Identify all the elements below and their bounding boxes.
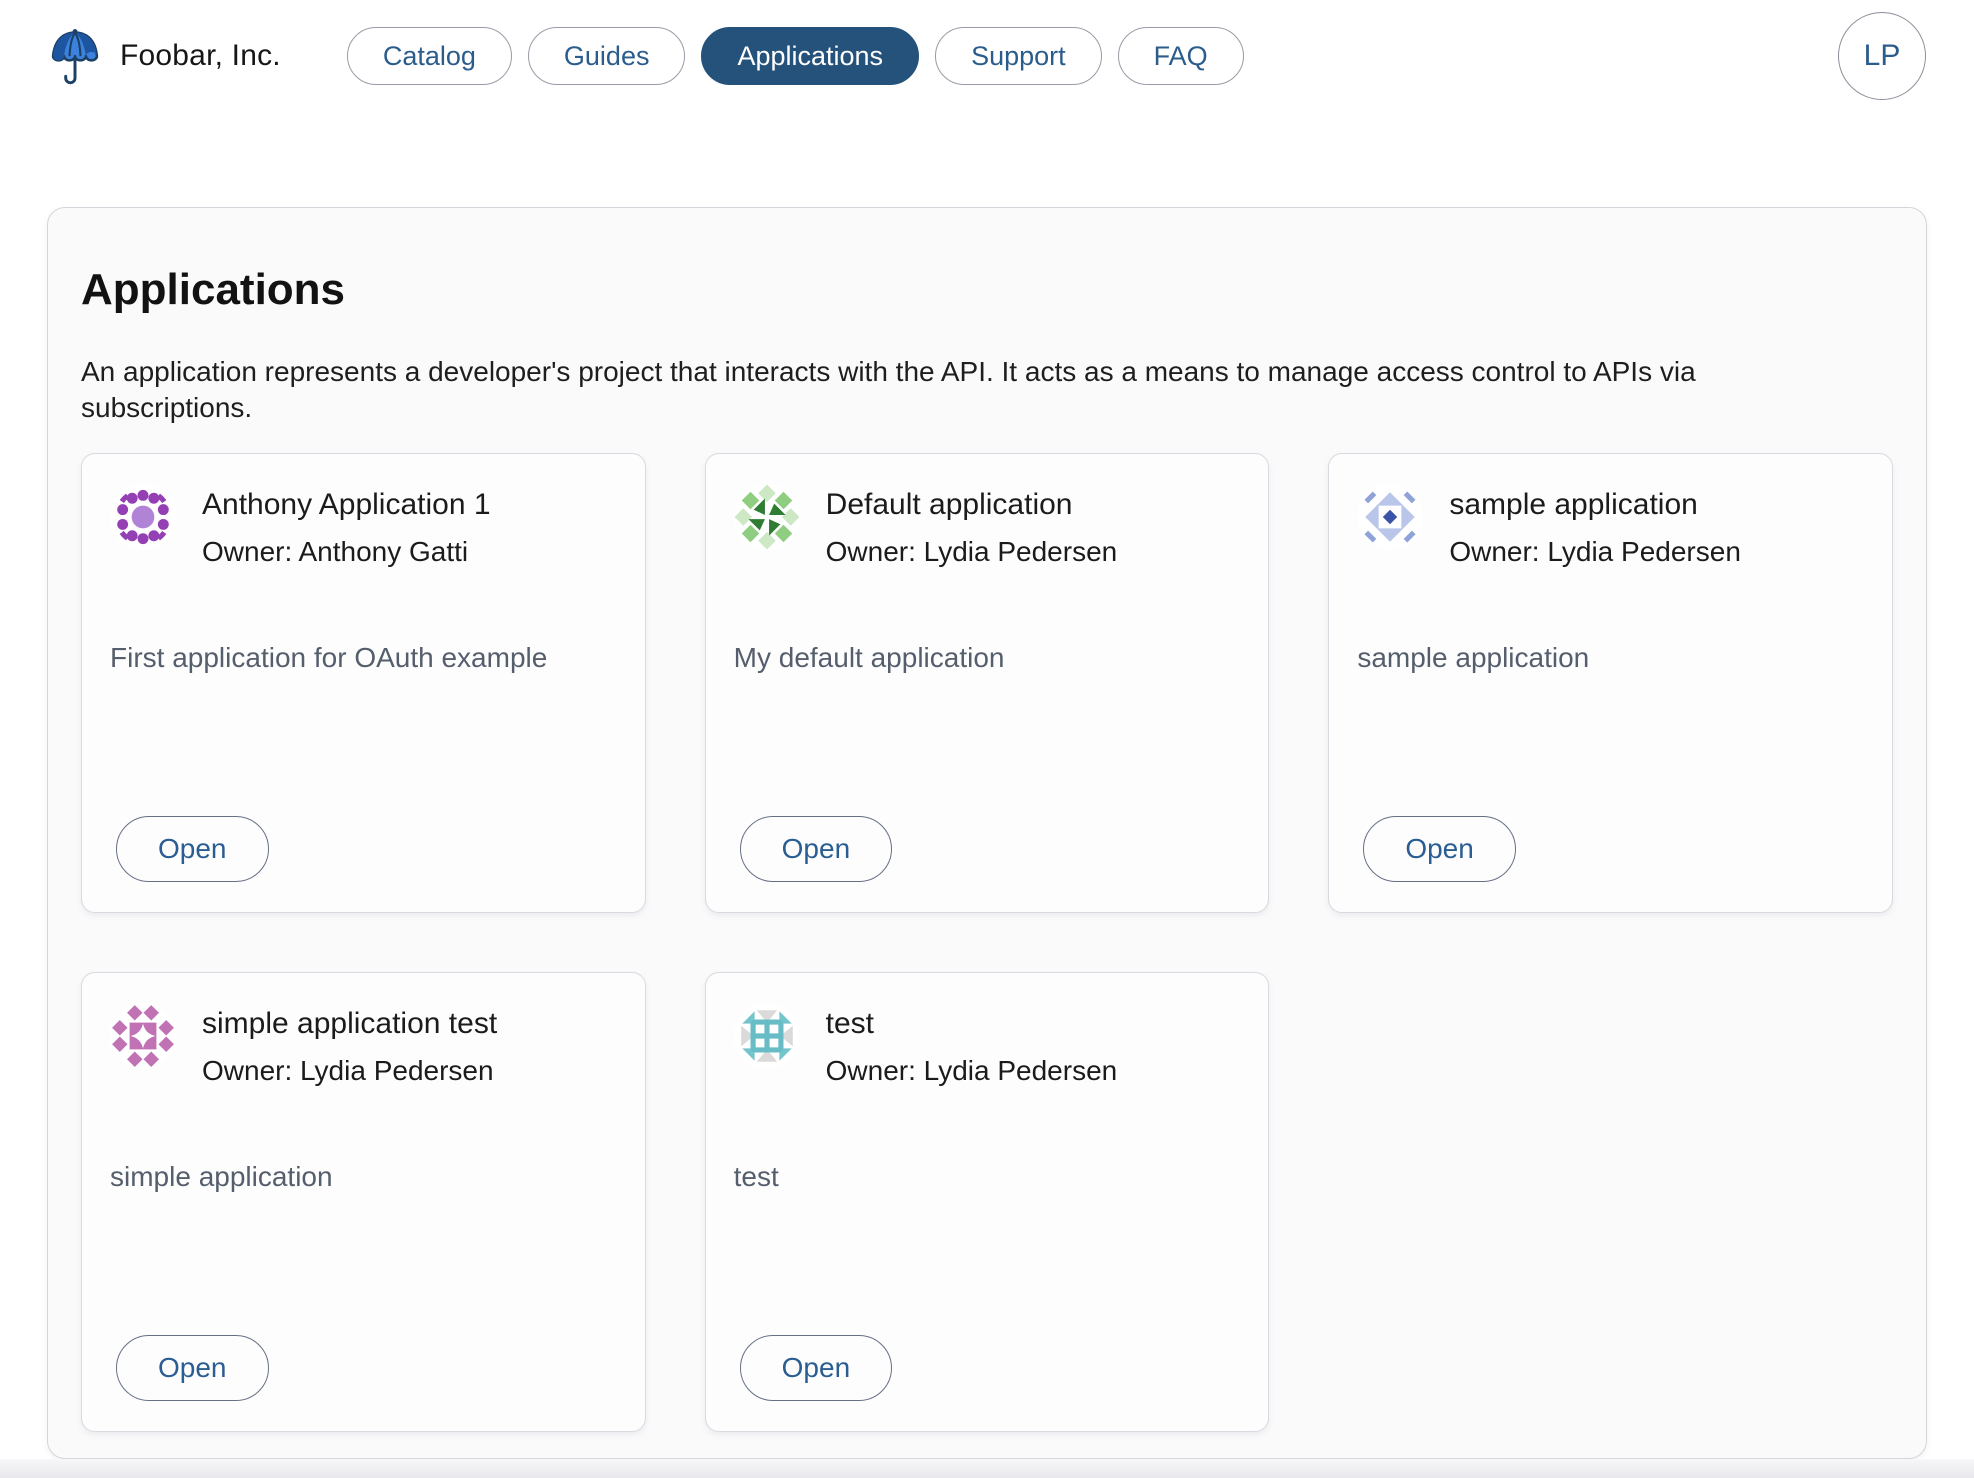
app-title: Anthony Application 1 [202,488,491,521]
open-button[interactable]: Open [1363,816,1516,882]
user-avatar[interactable]: LP [1838,12,1926,100]
card-header: simple application test Owner: Lydia Ped… [110,1003,617,1087]
avatar-initials: LP [1863,39,1901,72]
app-description: test [733,1161,779,1192]
page-bottom-fade [0,1459,1974,1478]
nav-item-faq[interactable]: FAQ [1117,27,1244,85]
brand: Foobar, Inc. [48,19,281,94]
app-card: simple application test Owner: Lydia Ped… [81,972,646,1432]
app-card: sample application Owner: Lydia Pedersen… [1328,453,1893,913]
brand-name: Foobar, Inc. [120,39,281,72]
app-title: sample application [1449,488,1698,521]
app-description: My default application [733,642,1005,673]
app-owner: Owner: Lydia Pedersen [1449,536,1741,567]
open-button[interactable]: Open [116,1335,269,1401]
app-owner: Owner: Lydia Pedersen [825,536,1118,567]
teal-grid-identicon [733,1003,800,1069]
app-title: simple application test [202,1007,498,1040]
card-titles: simple application test Owner: Lydia Ped… [202,1003,497,1087]
app-card: Anthony Application 1 Owner: Anthony Gat… [81,453,646,913]
app-description: simple application [110,1161,333,1192]
card-titles: Anthony Application 1 Owner: Anthony Gat… [202,484,491,568]
applications-panel: Applications An application represents a… [47,207,1927,1459]
nav-item-catalog[interactable]: Catalog [346,27,512,85]
card-header: Default application Owner: Lydia Pederse… [733,484,1241,568]
app-card: test Owner: Lydia Pedersen test Open [704,972,1270,1432]
main-nav: Catalog Guides Applications Support FAQ [346,27,1244,85]
page-description: An application represents a developer's … [81,356,1696,423]
app-description: First application for OAuth example [110,642,548,673]
page-title: Applications [81,265,346,314]
card-titles: Default application Owner: Lydia Pederse… [826,484,1118,568]
open-button[interactable]: Open [739,1335,893,1401]
card-titles: test Owner: Lydia Pedersen [826,1003,1118,1087]
open-button[interactable]: Open [116,816,269,882]
purple-dots-identicon [110,484,176,550]
applications-grid: Anthony Application 1 Owner: Anthony Gat… [81,453,1893,1432]
nav-item-applications[interactable]: Applications [701,27,920,85]
pink-star-identicon [110,1003,176,1069]
umbrella-icon [48,19,102,94]
card-header: test Owner: Lydia Pedersen [733,1003,1241,1087]
nav-item-guides[interactable]: Guides [527,27,686,85]
card-header: Anthony Application 1 Owner: Anthony Gat… [110,484,617,568]
open-button[interactable]: Open [739,816,893,882]
nav-item-support[interactable]: Support [935,27,1102,85]
app-title: test [825,1007,875,1040]
green-pinwheel-identicon [733,484,800,550]
blue-diamond-identicon [1357,484,1424,550]
card-header: sample application Owner: Lydia Pedersen [1357,484,1864,568]
card-titles: sample application Owner: Lydia Pedersen [1449,484,1741,568]
app-owner: Owner: Lydia Pedersen [202,1055,494,1086]
app-owner: Owner: Lydia Pedersen [825,1055,1118,1086]
app-title: Default application [825,488,1073,521]
app-card: Default application Owner: Lydia Pederse… [704,453,1270,913]
app-description: sample application [1357,642,1590,673]
app-owner: Owner: Anthony Gatti [202,536,469,567]
top-navbar: Foobar, Inc. Catalog Guides Applications… [0,0,1974,112]
